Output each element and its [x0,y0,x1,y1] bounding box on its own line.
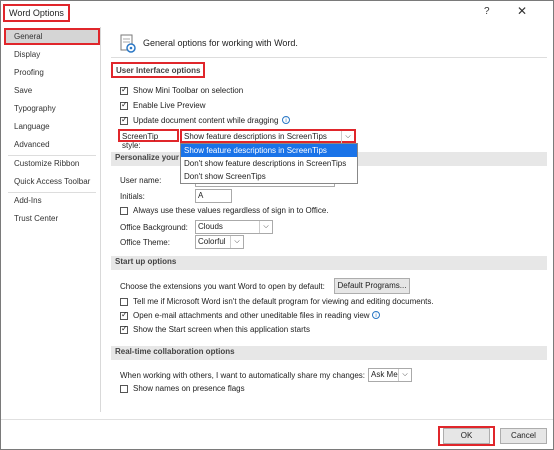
ui-options-title: User Interface options [116,66,201,75]
mini-toolbar-label: Show Mini Toolbar on selection [133,86,244,95]
footer-divider [1,419,553,420]
chevron-down-icon: ⌵ [341,131,354,143]
word-options-dialog: Word Options ? ✕ General Display Proofin… [0,0,554,450]
sidebar-item-general[interactable]: General [4,28,100,45]
ok-button[interactable]: OK [443,428,490,444]
screentip-dropdown-list: Show feature descriptions in ScreenTips … [180,143,358,184]
chevron-down-icon: ⌵ [259,221,272,233]
sidebar: General Display Proofing Save Typography… [4,27,101,412]
settings-document-icon [119,34,137,54]
show-start-checkbox[interactable] [120,324,128,334]
office-background-label: Office Background: [120,223,188,232]
mini-toolbar-checkbox[interactable] [120,85,128,95]
show-names-checkbox[interactable] [120,385,128,393]
default-programs-button[interactable]: Default Programs... [334,278,410,294]
screentip-select-value: Show feature descriptions in ScreenTips [184,132,327,141]
heading-divider [111,57,547,58]
screentip-option[interactable]: Show feature descriptions in ScreenTips [181,144,357,157]
screentip-select[interactable]: Show feature descriptions in ScreenTips … [180,129,356,143]
sidebar-item-save[interactable]: Save [4,82,100,99]
dialog-title: Word Options [3,4,70,22]
ok-button-highlight: OK [438,426,495,446]
office-theme-select[interactable]: Colorful ⌵ [195,235,244,249]
chevron-down-icon: ⌵ [398,369,411,381]
initials-label: Initials: [120,192,145,201]
screentip-option[interactable]: Don't show feature descriptions in Scree… [181,157,357,170]
live-preview-checkbox[interactable] [120,100,128,110]
initials-field[interactable]: A [195,189,232,203]
sidebar-item-trust-center[interactable]: Trust Center [4,210,100,227]
update-dragging-checkbox[interactable] [120,115,128,125]
share-changes-value: Ask Me [371,370,398,379]
sidebar-item-advanced[interactable]: Advanced [4,136,100,153]
live-preview-label: Enable Live Preview [133,101,206,110]
open-email-checkbox[interactable] [120,310,128,320]
open-email-label: Open e-mail attachments and other unedit… [133,311,370,320]
info-icon[interactable]: i [372,311,380,319]
page-heading: General options for working with Word. [143,38,298,48]
sidebar-item-typography[interactable]: Typography [4,100,100,117]
choose-extensions-label: Choose the extensions you want Word to o… [120,282,325,291]
sidebar-item-language[interactable]: Language [4,118,100,135]
sidebar-item-add-ins[interactable]: Add-Ins [4,192,100,209]
info-icon[interactable]: i [282,116,290,124]
screentip-label: ScreenTip style: [122,132,159,150]
update-dragging-label: Update document content while dragging [133,116,279,125]
office-theme-label: Office Theme: [120,238,170,247]
startup-title: Start up options [115,257,177,266]
office-background-value: Clouds [198,222,223,231]
share-changes-select[interactable]: Ask Me ⌵ [368,368,412,382]
title-bar: Word Options ? ✕ [1,1,553,25]
screentip-label-box: ScreenTip style: [118,129,179,150]
collab-title: Real-time collaboration options [115,347,235,356]
personalize-title: Personalize your c [115,153,186,162]
collab-section-header: Real-time collaboration options [111,346,547,360]
show-names-label: Show names on presence flags [133,384,245,393]
office-background-select[interactable]: Clouds ⌵ [195,220,273,234]
show-start-label: Show the Start screen when this applicat… [133,325,310,334]
office-theme-value: Colorful [198,237,226,246]
startup-section-header: Start up options [111,256,547,270]
screentip-option[interactable]: Don't show ScreenTips [181,170,357,183]
cancel-button[interactable]: Cancel [500,428,547,444]
sidebar-item-quick-access-toolbar[interactable]: Quick Access Toolbar [4,173,100,190]
tell-me-checkbox[interactable] [120,298,128,306]
always-use-checkbox[interactable] [120,207,128,215]
help-icon[interactable]: ? [484,6,490,17]
close-icon[interactable]: ✕ [517,4,527,18]
tell-me-label: Tell me if Microsoft Word isn't the defa… [133,297,434,306]
chevron-down-icon: ⌵ [230,236,243,248]
ui-options-section-header: User Interface options [111,62,205,78]
sidebar-item-customize-ribbon[interactable]: Customize Ribbon [4,155,100,172]
sidebar-item-proofing[interactable]: Proofing [4,64,100,81]
share-changes-label: When working with others, I want to auto… [120,371,365,380]
always-use-label: Always use these values regardless of si… [133,206,329,215]
sidebar-item-display[interactable]: Display [4,46,100,63]
user-name-label: User name: [120,176,162,185]
